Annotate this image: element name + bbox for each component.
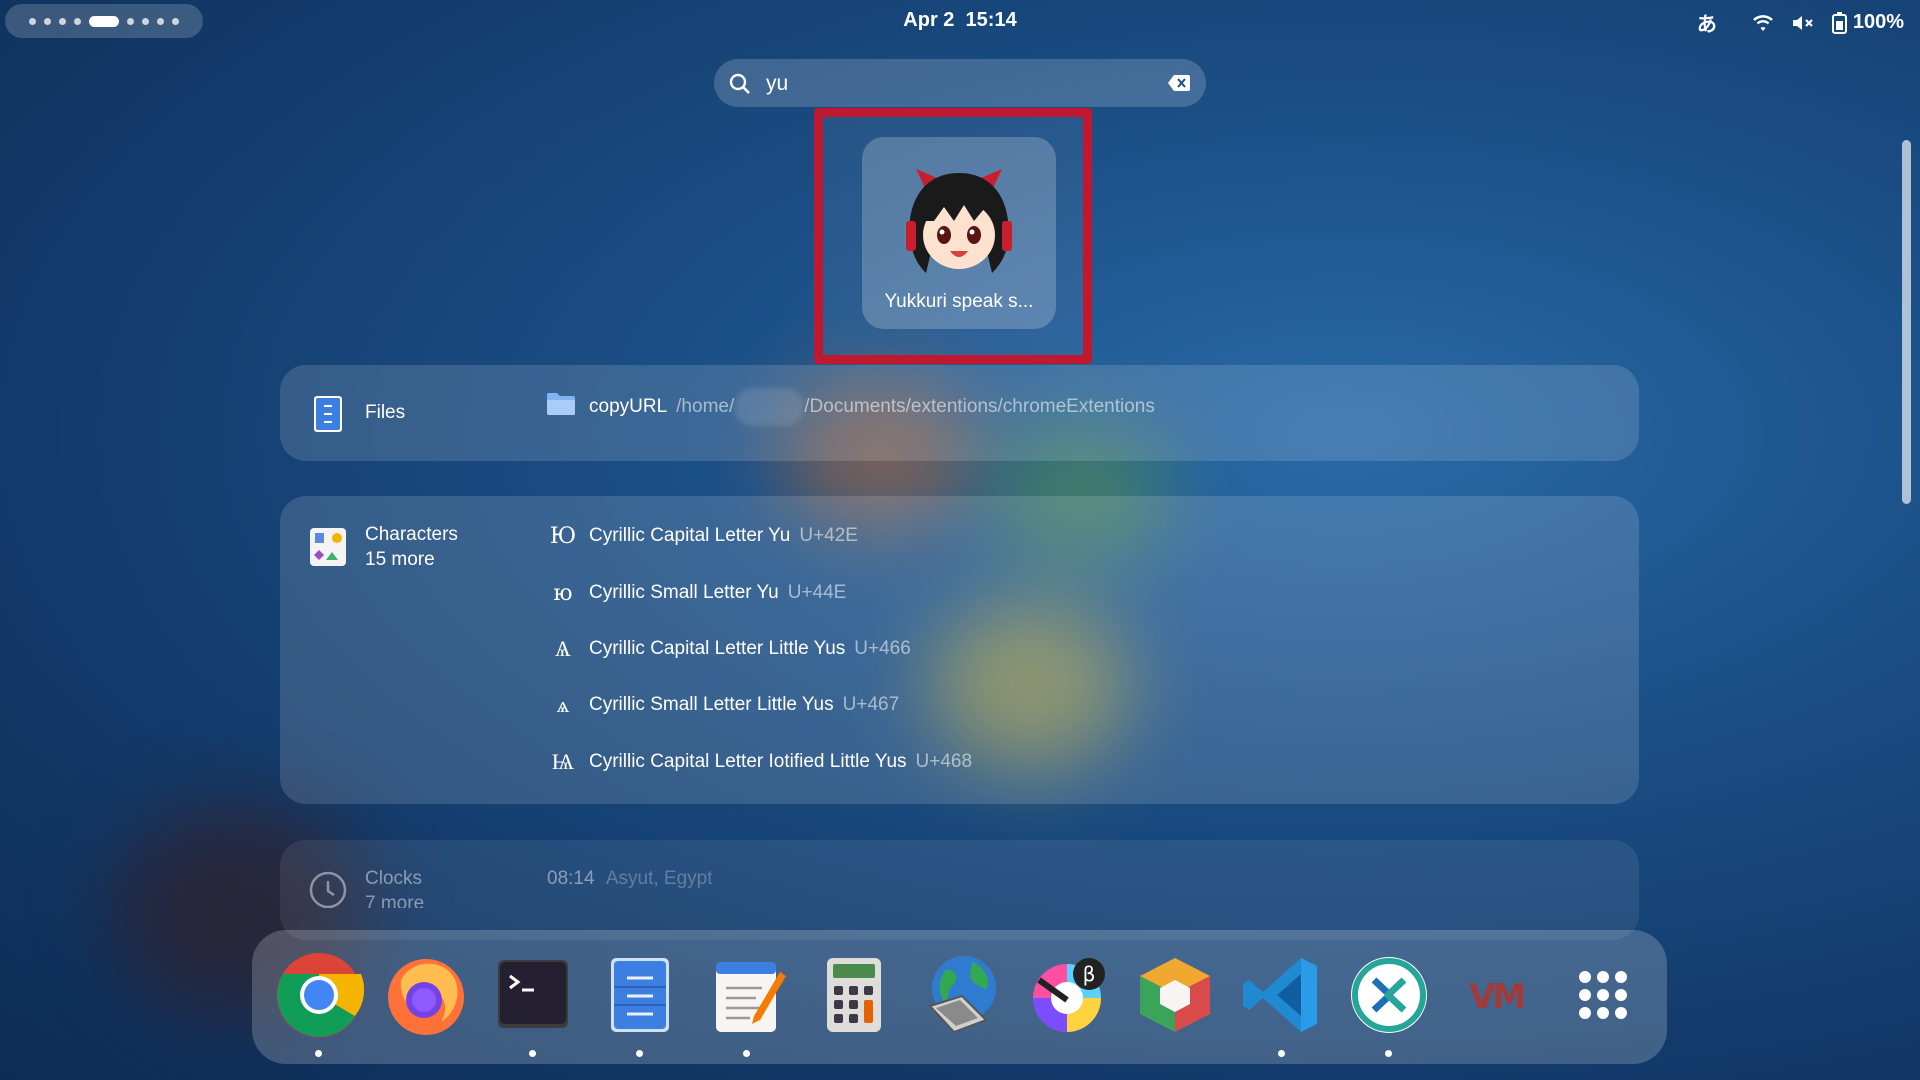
clocks-provider-title[interactable]: Clocks [365,868,422,890]
dock: β VM [252,930,1667,1064]
running-indicator [1278,1050,1285,1057]
wifi-icon [1751,13,1775,33]
running-indicator [315,1050,322,1057]
file-path-prefix: /home/ [676,396,735,417]
svg-text:β: β [1083,962,1096,986]
app-result-yukkuri[interactable]: Yukkuri speak s... [862,137,1056,329]
dock-item-color-picker[interactable]: β [1023,950,1113,1040]
characters-app-icon [310,528,346,571]
color-picker-beta-icon: β [1033,958,1105,1032]
files-icon [611,958,669,1032]
dock-item-show-apps[interactable] [1558,950,1648,1040]
remote-desktop-icon [1351,957,1427,1033]
terminal-icon [498,960,568,1028]
date-time[interactable]: Apr 2 15:14 [0,9,1920,32]
text-editor-icon [716,962,786,1032]
clock-result-row[interactable]: 08:14 Asyut, Egypt [547,868,713,890]
character-result-row[interactable]: Ѧ Cyrillic Capital Letter Little Yus U+4… [547,634,911,664]
search-icon [728,72,752,101]
battery-indicator: 100% [1831,11,1904,34]
redacted-username [734,388,805,426]
cube-app-icon [1140,958,1210,1032]
file-result-row[interactable]: copyURL /home/ /Documents/extentions/chr… [547,388,1155,426]
characters-more[interactable]: 15 more [365,549,435,571]
chrome-icon [277,953,364,1037]
character-code: U+44E [787,582,847,603]
running-indicator [636,1050,643,1057]
character-result-row[interactable]: Ю Cyrillic Capital Letter Yu U+42E [547,521,858,551]
app-grid-icon [1579,971,1627,1019]
dock-item-terminal[interactable] [488,950,578,1057]
running-indicator [1385,1050,1392,1057]
dock-item-cube-app[interactable] [1130,950,1220,1040]
characters-provider-title[interactable]: Characters [365,524,458,546]
character-code: U+468 [915,751,973,772]
vscode-icon [1243,958,1317,1032]
vm-icon: VM [1469,977,1526,1017]
character-code: U+467 [842,694,900,715]
files-app-icon [312,394,344,439]
files-provider-title[interactable]: Files [365,402,405,424]
vm-logo-text: VM [1469,977,1523,1017]
dock-item-calculator[interactable] [809,950,899,1040]
dock-item-text-editor[interactable] [702,950,792,1057]
character-name: Cyrillic Capital Letter Yu [589,525,791,546]
dock-item-vscode[interactable] [1237,950,1327,1057]
character-code: U+466 [854,638,911,659]
dock-item-vm[interactable]: VM [1451,950,1541,1040]
clock-app-icon [308,870,348,908]
character-glyph: ѧ [556,693,570,718]
clocks-more[interactable]: 7 more [365,893,424,908]
character-name: Cyrillic Capital Letter Little Yus [589,638,846,659]
volume-muted-icon [1791,13,1815,33]
dock-item-remote-desktop[interactable] [1344,950,1434,1057]
dock-item-firefox[interactable] [381,950,471,1040]
search-bar[interactable] [714,59,1206,107]
clocks-results-content: Clocks 7 more 08:14 Asyut, Egypt [0,840,1920,908]
results-scrollbar[interactable] [1902,140,1911,504]
character-glyph: Ѩ [551,750,575,775]
character-glyph: Ю [549,523,577,549]
file-path-suffix: /Documents/extentions/chromeExtentions [804,396,1155,417]
character-result-row[interactable]: Ѩ Cyrillic Capital Letter Iotified Littl… [547,747,972,777]
character-result-row[interactable]: ѧ Cyrillic Small Letter Little Yus U+467 [547,690,900,720]
character-result-row[interactable]: ю Cyrillic Small Letter Yu U+44E [547,578,846,608]
clock-time: 08:14 [547,868,595,889]
character-glyph: Ѧ [555,637,571,662]
app-result-label: Yukkuri speak s... [884,291,1034,312]
character-name: Cyrillic Small Letter Yu [589,582,779,603]
dock-item-network[interactable] [916,950,1006,1040]
folder-icon [547,392,575,422]
top-bar: Apr 2 15:14 あ 100% [0,0,1920,42]
network-laptop-icon [928,956,996,1034]
dock-item-chrome[interactable] [274,950,364,1057]
system-tray[interactable]: あ 100% [1697,8,1904,37]
running-indicator [529,1050,536,1057]
firefox-icon [388,959,464,1035]
character-code: U+42E [799,525,858,546]
search-input[interactable] [764,67,1158,101]
clear-search-icon[interactable] [1168,75,1190,96]
character-name: Cyrillic Capital Letter Iotified Little … [589,751,907,772]
date: Apr 2 [903,9,955,31]
dock-item-files[interactable] [595,950,685,1057]
file-name: copyURL [589,396,668,417]
battery-percent: 100% [1852,11,1904,33]
time: 15:14 [965,9,1017,31]
battery-icon [1831,11,1849,34]
calculator-icon [827,958,881,1032]
character-glyph: ю [553,580,573,606]
running-indicator [743,1050,750,1057]
input-method-indicator[interactable]: あ [1697,8,1717,37]
character-name: Cyrillic Small Letter Little Yus [589,694,834,715]
yukkuri-app-icon [906,169,1012,273]
clock-place: Asyut, Egypt [605,868,713,889]
